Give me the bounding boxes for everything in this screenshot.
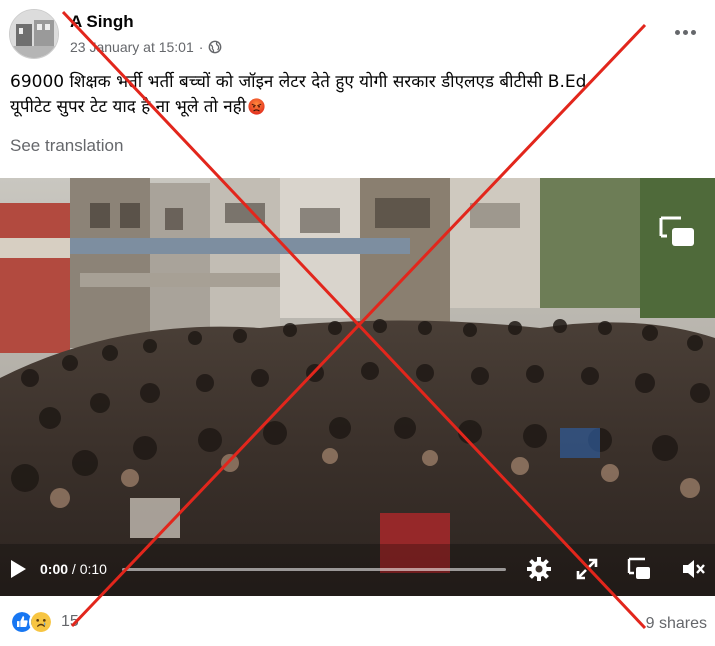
avatar[interactable]: [9, 9, 59, 59]
current-time: 0:00: [40, 561, 69, 577]
settings-icon[interactable]: [526, 556, 552, 582]
video-controls: 0:00 / 0:10: [0, 544, 715, 596]
video-progress-bar[interactable]: [122, 568, 506, 571]
picture-in-picture-icon[interactable]: [657, 214, 697, 250]
post-header: A Singh 23 January at 15:01 ·: [0, 0, 715, 68]
globe-icon: [209, 40, 222, 54]
post-footer: 15 9 shares: [0, 600, 715, 646]
mini-player-icon[interactable]: [626, 556, 652, 582]
post-text-line-2: यूपीटेट सुपर टेट याद है ना भूले तो नही: [10, 97, 247, 117]
shares-count[interactable]: 9 shares: [646, 615, 707, 633]
see-translation-link[interactable]: See translation: [10, 136, 123, 156]
angry-face-icon: [248, 98, 265, 115]
post-text-line-1: 69000 शिक्षक भर्ती भर्ती बच्चों को जॉइन …: [10, 72, 587, 92]
reaction-count[interactable]: 15: [61, 613, 79, 631]
post-meta: 23 January at 15:01 ·: [70, 39, 222, 55]
video-frame: [0, 178, 715, 596]
post-timestamp[interactable]: 23 January at 15:01: [70, 39, 194, 55]
video-player[interactable]: 0:00 / 0:10: [0, 178, 715, 596]
play-icon[interactable]: [8, 558, 28, 580]
reactions-summary[interactable]: 15: [10, 610, 79, 634]
fullscreen-icon[interactable]: [574, 556, 600, 582]
author-name[interactable]: A Singh: [70, 12, 134, 32]
volume-muted-icon[interactable]: [680, 556, 706, 582]
post-text: 69000 शिक्षक भर्ती भर्ती बच्चों को जॉइन …: [10, 70, 690, 120]
video-duration: / 0:10: [71, 561, 107, 577]
more-options-icon[interactable]: [671, 20, 699, 44]
video-time: 0:00 / 0:10: [40, 561, 107, 577]
sad-icon: [29, 610, 53, 634]
